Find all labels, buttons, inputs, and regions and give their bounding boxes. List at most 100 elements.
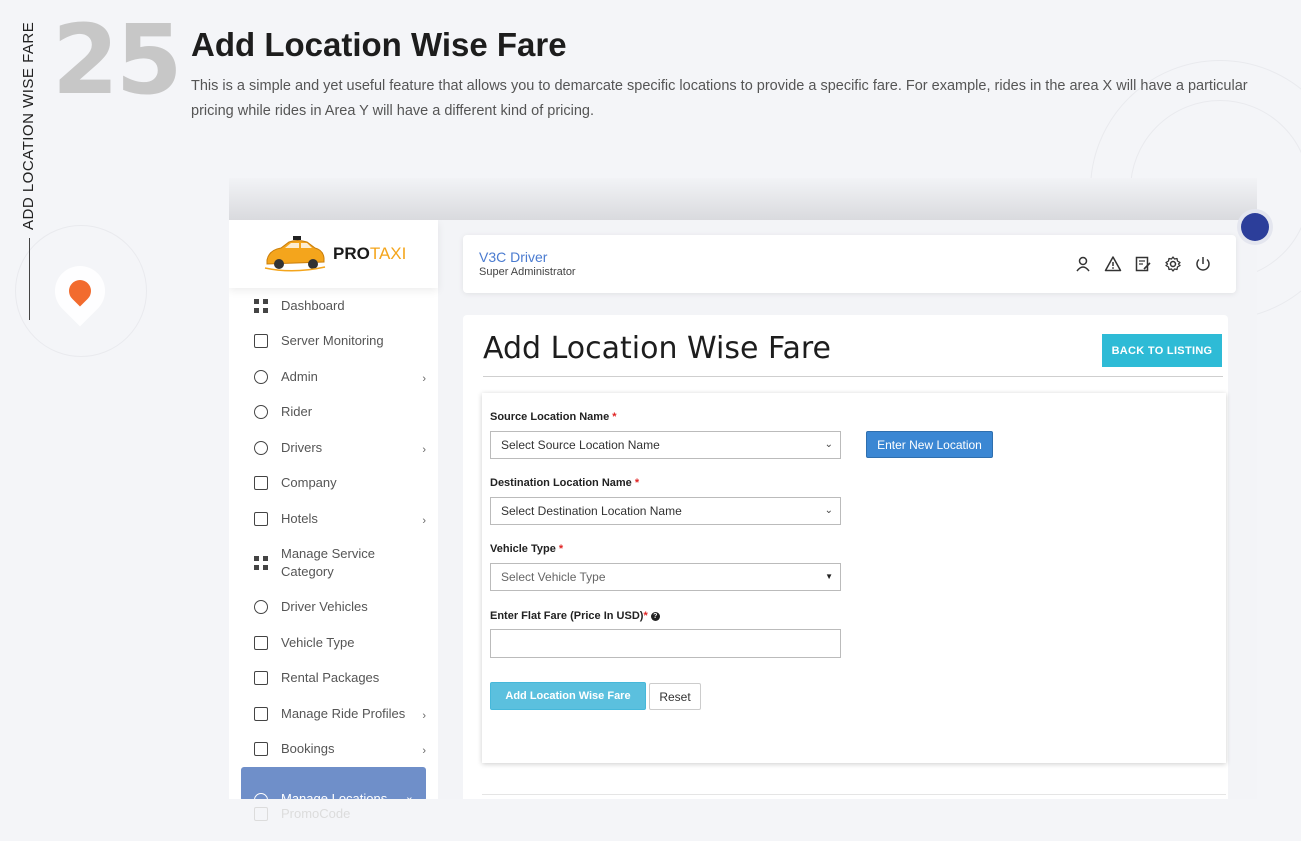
power-icon[interactable] [1194, 255, 1212, 273]
sidebar-item-rider[interactable]: Rider [229, 395, 438, 431]
chevron-right-icon: › [422, 709, 426, 722]
reset-button[interactable]: Reset [649, 683, 701, 710]
destination-location-label-text: Destination Location Name [490, 477, 632, 489]
car-icon [254, 635, 268, 650]
back-to-listing-button[interactable]: BACK TO LISTING [1102, 334, 1222, 367]
source-location-value: Select Source Location Name [501, 438, 660, 452]
steering-wheel-icon [254, 600, 268, 615]
sidebar-item-admin[interactable]: Admin › [229, 359, 438, 395]
content-card: Add Location Wise Fare BACK TO LISTING S… [463, 315, 1228, 799]
help-icon[interactable]: ? [650, 611, 660, 621]
chevron-right-icon: › [422, 372, 426, 385]
flat-fare-input[interactable] [490, 629, 841, 658]
vehicle-type-select[interactable]: Select Vehicle Type ▼ [490, 563, 841, 591]
destination-location-label: Destination Location Name * [490, 477, 639, 489]
brand-name-dark: PRO [333, 244, 370, 263]
sidebar-item-label: Manage Service Category [281, 546, 375, 579]
destination-location-value: Select Destination Location Name [501, 504, 682, 518]
required-marker: * [634, 477, 640, 489]
sidebar-menu: Dashboard Server Monitoring Admin › Ride… [229, 288, 438, 799]
top-header: V3C Driver Super Administrator [463, 235, 1236, 293]
chevron-down-icon: ⌄ [824, 439, 833, 450]
app-screenshot-frame: PROTAXI Dashboard Server Monitoring Admi… [229, 220, 1257, 799]
add-location-wise-fare-button[interactable]: Add Location Wise Fare [490, 682, 646, 710]
taxi-car-icon [264, 236, 326, 272]
vehicle-type-label-text: Vehicle Type [490, 543, 556, 555]
briefcase-icon [254, 706, 268, 721]
caret-down-icon: ▼ [825, 572, 833, 581]
bottom-divider [482, 794, 1226, 795]
edit-icon[interactable] [1134, 255, 1152, 273]
user-icon[interactable] [1074, 255, 1092, 273]
user-role: Super Administrator [479, 266, 576, 278]
enter-new-location-button[interactable]: Enter New Location [866, 431, 993, 458]
sidebar: PROTAXI Dashboard Server Monitoring Admi… [229, 220, 438, 799]
required-marker: * [643, 610, 648, 622]
settings-icon[interactable] [1164, 255, 1182, 273]
sidebar-item-label: Manage Locations [281, 791, 388, 799]
sidebar-item-label: Rental Packages [281, 670, 380, 686]
source-location-label-text: Source Location Name [490, 411, 610, 423]
grid-icon [254, 556, 268, 570]
sidebar-item-label: Drivers [281, 439, 323, 455]
sidebar-item-label: Driver Vehicles [281, 599, 368, 615]
brand-name: PROTAXI [333, 244, 406, 264]
flat-fare-label-text: Enter Flat Fare (Price In USD) [490, 610, 644, 622]
sidebar-item-company[interactable]: Company [229, 466, 438, 502]
vertical-divider [29, 238, 30, 320]
driver-icon [254, 440, 268, 455]
chevron-right-icon: › [422, 514, 426, 527]
sidebar-item-manage-locations[interactable]: Manage Locations ⌄ [241, 767, 426, 799]
sidebar-item-server-monitoring[interactable]: Server Monitoring [229, 324, 438, 360]
flat-fare-label: Enter Flat Fare (Price In USD)*? [490, 610, 660, 622]
frame-shadow [229, 178, 1257, 222]
vehicle-type-label: Vehicle Type * [490, 543, 563, 555]
package-icon [254, 671, 268, 686]
brand-logo[interactable]: PROTAXI [229, 220, 438, 288]
alert-icon[interactable] [1104, 255, 1122, 273]
chevron-down-icon: ⌄ [824, 505, 833, 516]
feature-title: Add Location Wise Fare [191, 26, 567, 63]
sidebar-item-vehicle-type[interactable]: Vehicle Type [229, 625, 438, 661]
sidebar-item-label: Rider [281, 404, 313, 420]
sidebar-item-manage-ride-profiles[interactable]: Manage Ride Profiles › [229, 696, 438, 732]
feature-number: 25 [52, 4, 183, 116]
destination-location-select[interactable]: Select Destination Location Name ⌄ [490, 497, 841, 525]
chevron-right-icon: › [422, 745, 426, 758]
sidebar-item-bookings[interactable]: Bookings › [229, 732, 438, 768]
sidebar-item-label: Company [281, 475, 337, 491]
sidebar-item-label: Dashboard [281, 297, 345, 313]
hotel-icon [254, 511, 268, 526]
title-divider [483, 376, 1223, 377]
sidebar-item-label: Server Monitoring [281, 333, 384, 349]
sidebar-item-drivers[interactable]: Drivers › [229, 430, 438, 466]
sidebar-item-manage-service-category[interactable]: Manage Service Category [229, 537, 438, 590]
sidebar-item-hotels[interactable]: Hotels › [229, 501, 438, 537]
source-location-label: Source Location Name * [490, 411, 617, 423]
vertical-section-label: ADD LOCATION WISE FARE [20, 20, 40, 230]
group-icon [254, 405, 268, 420]
user-name[interactable]: V3C Driver [479, 249, 547, 265]
location-icon [254, 793, 268, 799]
brand-name-accent: TAXI [369, 244, 407, 263]
list-icon [254, 742, 268, 757]
page-title: Add Location Wise Fare [483, 331, 832, 366]
vertical-label-text: ADD LOCATION WISE FARE [20, 21, 37, 230]
sidebar-item-label: Hotels [281, 510, 318, 526]
sidebar-item-rental-packages[interactable]: Rental Packages [229, 661, 438, 697]
fare-form: Source Location Name * Select Source Loc… [482, 393, 1226, 763]
dashboard-icon [254, 298, 268, 313]
sidebar-item-promocode-faded: PromoCode [254, 806, 350, 821]
chart-icon [254, 334, 268, 349]
tag-icon [254, 806, 268, 821]
sidebar-item-label: Admin [281, 368, 318, 384]
faded-item-label: PromoCode [281, 806, 351, 821]
sidebar-item-dashboard[interactable]: Dashboard [229, 288, 438, 324]
building-icon [254, 476, 268, 491]
vehicle-type-value: Select Vehicle Type [501, 570, 606, 584]
source-location-select[interactable]: Select Source Location Name ⌄ [490, 431, 841, 459]
sidebar-item-label: Vehicle Type [281, 634, 355, 650]
feature-description: This is a simple and yet useful feature … [191, 78, 1248, 119]
sidebar-item-driver-vehicles[interactable]: Driver Vehicles [229, 590, 438, 626]
user-lock-icon [254, 369, 268, 384]
